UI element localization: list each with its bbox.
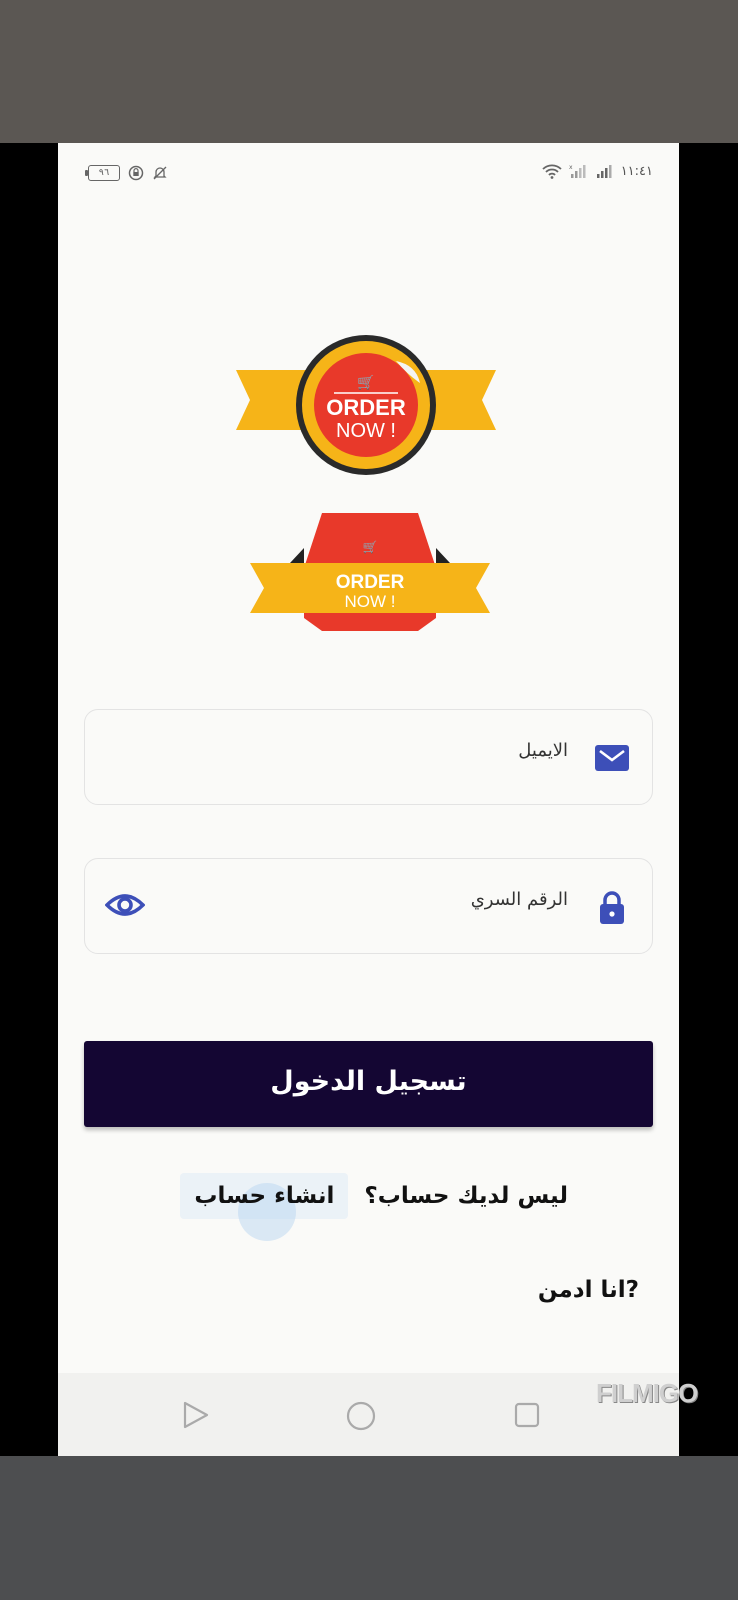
- lock-icon: [600, 891, 624, 924]
- signal-icon: x: [569, 164, 586, 178]
- login-button[interactable]: تسجيل الدخول: [84, 1041, 653, 1127]
- status-bar: ٩٦ x ١١:٤١: [58, 143, 679, 203]
- home-circle-icon[interactable]: [346, 1401, 376, 1431]
- video-top-letterbox: [0, 0, 738, 143]
- badge-bottom-line1: ORDER: [336, 572, 405, 593]
- badge-bottom-line2: NOW !: [345, 592, 396, 611]
- email-label: الايميل: [518, 740, 568, 761]
- admin-link[interactable]: ?انا ادمن: [538, 1277, 639, 1303]
- wifi-icon: [542, 164, 562, 179]
- video-bottom-letterbox: [0, 1456, 738, 1600]
- status-left: ٩٦: [85, 165, 168, 181]
- mail-icon: [595, 745, 629, 771]
- email-field[interactable]: الايميل: [84, 709, 653, 805]
- badge-top-line2: NOW !: [336, 420, 396, 442]
- create-account-label: انشاء حساب: [194, 1183, 335, 1209]
- android-nav-bar: [58, 1373, 679, 1456]
- create-account-link[interactable]: انشاء حساب: [180, 1173, 349, 1241]
- cart-icon: 🛒: [363, 540, 378, 554]
- phone-screen: ٩٦ x ١١:٤١ ORDER NOW ! 🛒 🛒 ORDER NOW ! ا…: [58, 143, 679, 1456]
- password-field[interactable]: الرقم السري: [84, 858, 653, 954]
- order-now-badge-top: ORDER NOW ! 🛒: [236, 335, 496, 475]
- bell-off-icon: [153, 166, 167, 180]
- status-time: ١١:٤١: [620, 163, 653, 179]
- video-right-letterbox: [679, 143, 738, 1456]
- lock-circle-icon: [128, 165, 144, 181]
- battery-icon: ٩٦: [85, 165, 120, 181]
- order-now-badge-bottom: 🛒 ORDER NOW !: [250, 513, 490, 631]
- signup-row: ليس لديك حساب؟ انشاء حساب: [168, 1153, 568, 1241]
- video-left-letterbox: [0, 143, 58, 1456]
- svg-text:x: x: [569, 164, 573, 171]
- back-triangle-icon[interactable]: [182, 1401, 210, 1429]
- signup-question: ليس لديك حساب؟: [364, 1183, 568, 1209]
- status-right: x ١١:٤١: [541, 163, 653, 179]
- password-label: الرقم السري: [470, 889, 568, 910]
- show-password-eye-icon[interactable]: [105, 889, 145, 921]
- badge-top-line1: ORDER: [326, 395, 406, 420]
- signal-icon: [596, 165, 612, 178]
- cart-icon: 🛒: [357, 374, 374, 391]
- recent-apps-square-icon[interactable]: [514, 1402, 540, 1428]
- filmigo-watermark: FILMIGO: [596, 1378, 698, 1408]
